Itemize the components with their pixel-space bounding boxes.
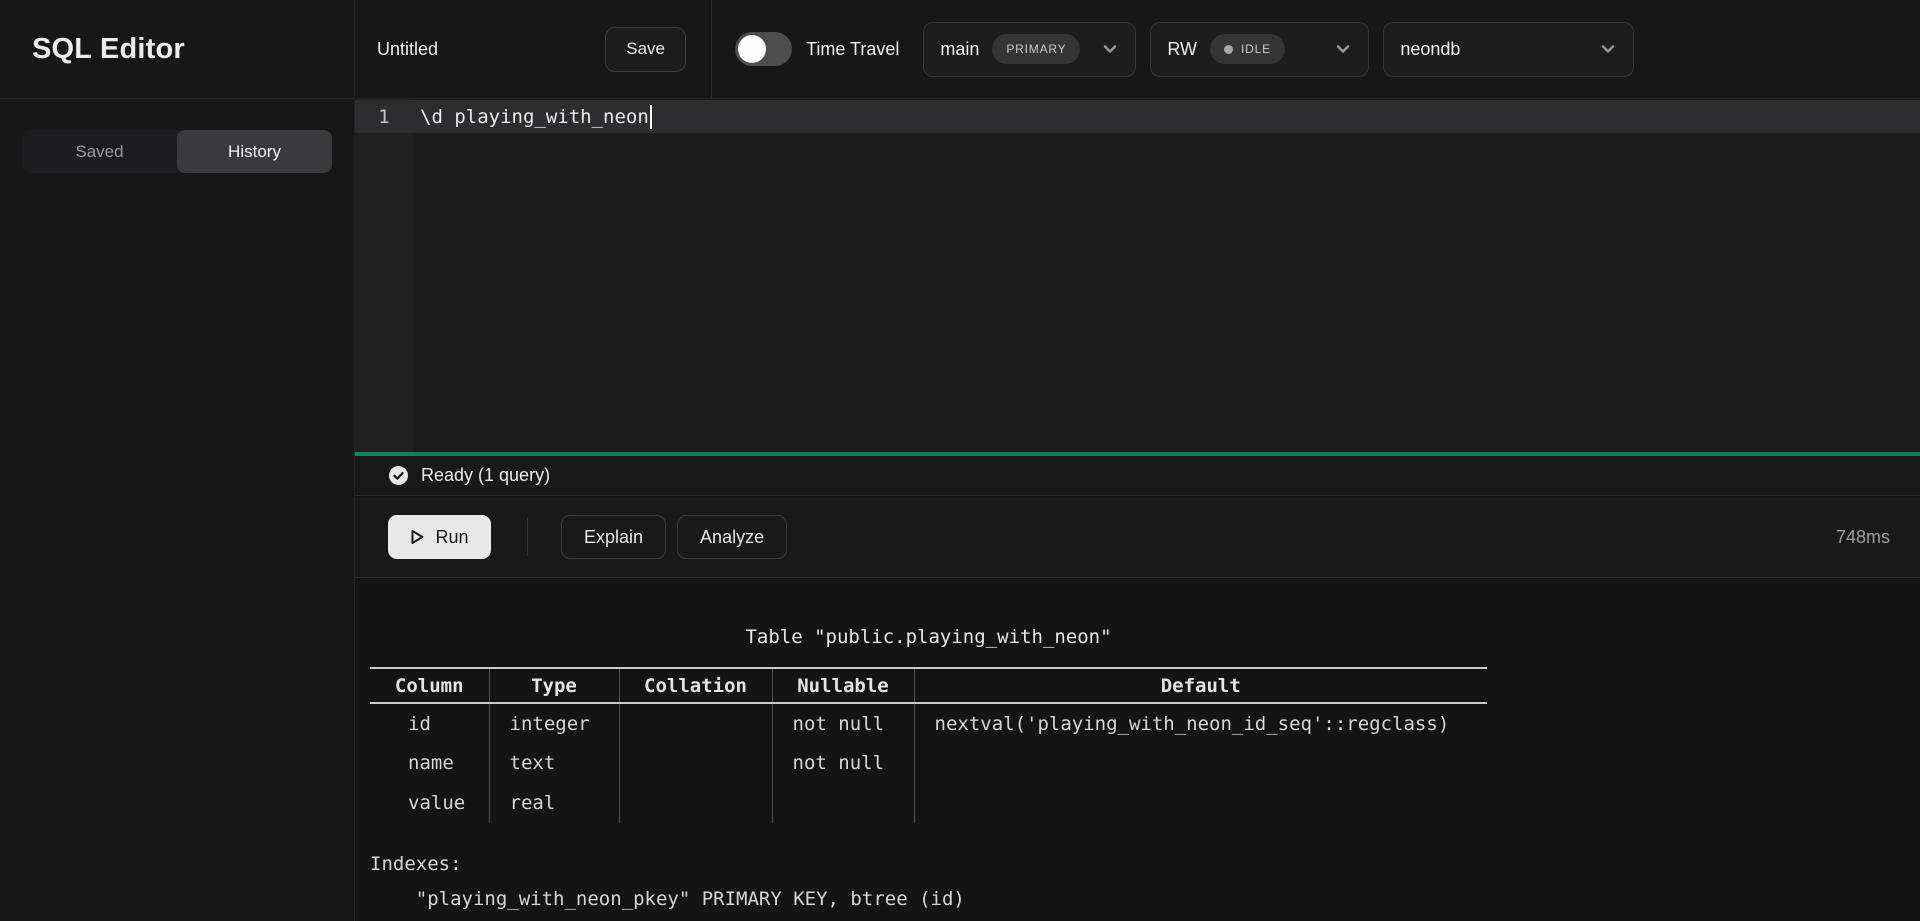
branch-primary-badge: PRIMARY (992, 34, 1080, 64)
cell-nullable (772, 783, 914, 823)
compute-name: RW (1167, 39, 1197, 60)
analyze-button-label: Analyze (700, 527, 764, 548)
explain-button[interactable]: Explain (561, 515, 666, 559)
status-dot-icon (1224, 45, 1233, 54)
explain-button-label: Explain (584, 527, 643, 548)
result-table-header-row: Column Type Collation Nullable Default (370, 668, 1487, 703)
sidebar: SQL Editor Saved History (0, 0, 355, 921)
code-text: \d playing_with_neon (420, 106, 649, 128)
chevron-down-icon (1599, 40, 1617, 58)
analyze-button[interactable]: Analyze (677, 515, 787, 559)
query-duration: 748ms (1836, 527, 1890, 548)
column-header: Default (914, 668, 1487, 703)
top-toolbar: Untitled Save Time Travel main PRIMARY R… (355, 0, 1920, 99)
cell-column: id (370, 703, 489, 743)
editor-active-line: 1 \d playing_with_neon (355, 100, 1920, 133)
sql-code-editor[interactable]: 1 \d playing_with_neon (355, 99, 1920, 452)
save-button-label: Save (626, 39, 665, 59)
table-row: value real (370, 783, 1487, 823)
cell-default (914, 783, 1487, 823)
query-title: Untitled (377, 39, 438, 60)
tab-saved-label: Saved (75, 142, 123, 162)
index-definition: "playing_with_neon_pkey" PRIMARY KEY, bt… (370, 882, 965, 917)
cell-column: name (370, 743, 489, 783)
time-travel-label: Time Travel (806, 39, 899, 60)
toggle-knob-icon (738, 35, 766, 63)
cell-default: nextval('playing_with_neon_id_seq'::regc… (914, 703, 1487, 743)
cell-type: text (489, 743, 619, 783)
cell-default (914, 743, 1487, 783)
editor-gutter (355, 99, 413, 452)
status-message: Ready (1 query) (421, 465, 550, 486)
compute-dropdown[interactable]: RW IDLE (1150, 22, 1369, 77)
result-table: Column Type Collation Nullable Default i… (370, 667, 1487, 823)
cell-nullable: not null (772, 703, 914, 743)
tab-history[interactable]: History (177, 130, 332, 173)
database-name: neondb (1400, 39, 1460, 60)
cell-nullable: not null (772, 743, 914, 783)
column-header: Collation (619, 668, 772, 703)
column-header: Column (370, 668, 489, 703)
check-circle-icon (388, 465, 409, 486)
cell-type: real (489, 783, 619, 823)
indexes-label: Indexes: (370, 847, 965, 882)
column-header: Nullable (772, 668, 914, 703)
save-button[interactable]: Save (605, 27, 686, 72)
chevron-down-icon (1101, 40, 1119, 58)
tab-history-label: History (228, 142, 281, 162)
sidebar-header: SQL Editor (0, 0, 354, 99)
vertical-divider (527, 518, 528, 556)
cell-collation (619, 703, 772, 743)
line-number: 1 (355, 106, 413, 128)
branch-dropdown[interactable]: main PRIMARY (923, 22, 1136, 77)
tab-saved[interactable]: Saved (22, 130, 177, 173)
cell-column: value (370, 783, 489, 823)
play-icon (410, 529, 425, 545)
cell-collation (619, 743, 772, 783)
cell-type: integer (489, 703, 619, 743)
table-row: name text not null (370, 743, 1487, 783)
page-title: SQL Editor (32, 33, 185, 66)
toolbar-connection-section: Time Travel main PRIMARY RW IDLE neondb (712, 0, 1648, 98)
saved-history-segmented-control: Saved History (22, 130, 332, 173)
text-cursor (650, 105, 652, 129)
actions-toolbar: Run Explain Analyze 748ms (355, 497, 1920, 578)
column-header: Type (489, 668, 619, 703)
chevron-down-icon (1334, 40, 1352, 58)
table-row: id integer not null nextval('playing_wit… (370, 703, 1487, 743)
run-button[interactable]: Run (388, 515, 491, 559)
database-dropdown[interactable]: neondb (1383, 22, 1634, 77)
cell-collation (619, 783, 772, 823)
query-status-bar: Ready (1 query) (355, 456, 1920, 496)
toolbar-query-section: Untitled Save (355, 0, 712, 98)
result-table-title: Table "public.playing_with_neon" (370, 626, 1487, 648)
compute-status-badge: IDLE (1210, 34, 1285, 64)
result-footer: Indexes: "playing_with_neon_pkey" PRIMAR… (370, 847, 965, 917)
run-button-label: Run (435, 527, 468, 548)
query-results-panel: Table "public.playing_with_neon" Column … (355, 579, 1920, 921)
branch-name: main (940, 39, 979, 60)
time-travel-toggle[interactable] (735, 32, 792, 66)
